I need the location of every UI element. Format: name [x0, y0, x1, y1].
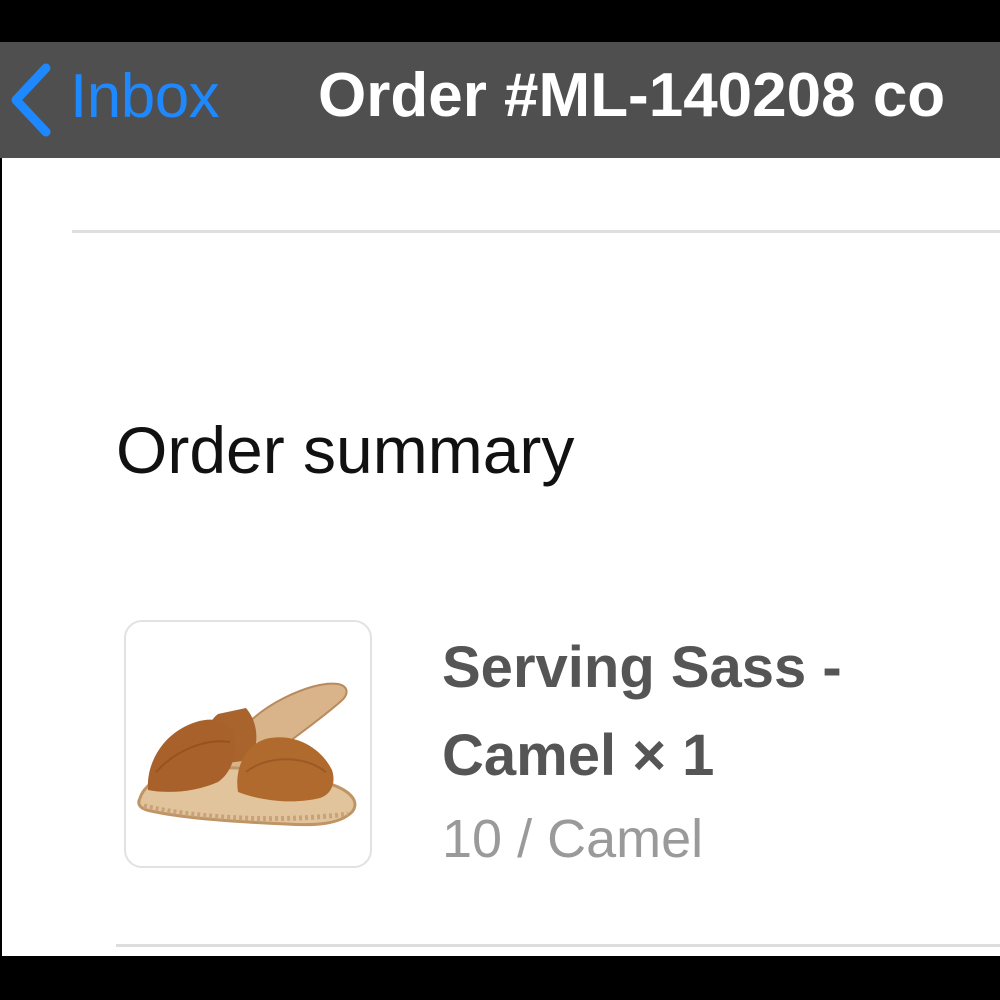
product-thumbnail[interactable] — [124, 620, 372, 868]
back-button[interactable]: Inbox — [8, 42, 220, 158]
item-name: Serving Sass - Camel × 1 — [442, 635, 842, 788]
item-variant: 10 / Camel — [442, 809, 704, 869]
divider — [72, 230, 1000, 233]
navigation-bar: Inbox Order #ML-140208 co — [0, 42, 1000, 158]
divider — [116, 944, 1000, 947]
page-title: Order #ML-140208 co — [318, 61, 946, 130]
order-summary-heading: Order summary — [116, 413, 575, 487]
chevron-left-icon — [8, 62, 54, 138]
sandal-icon — [137, 682, 357, 827]
back-label: Inbox — [70, 61, 220, 131]
screen-frame: Inbox Order #ML-140208 co Order summary — [0, 0, 1000, 1000]
email-content: Order summary Serving Sass - Camel × 1 1 — [2, 158, 1000, 956]
